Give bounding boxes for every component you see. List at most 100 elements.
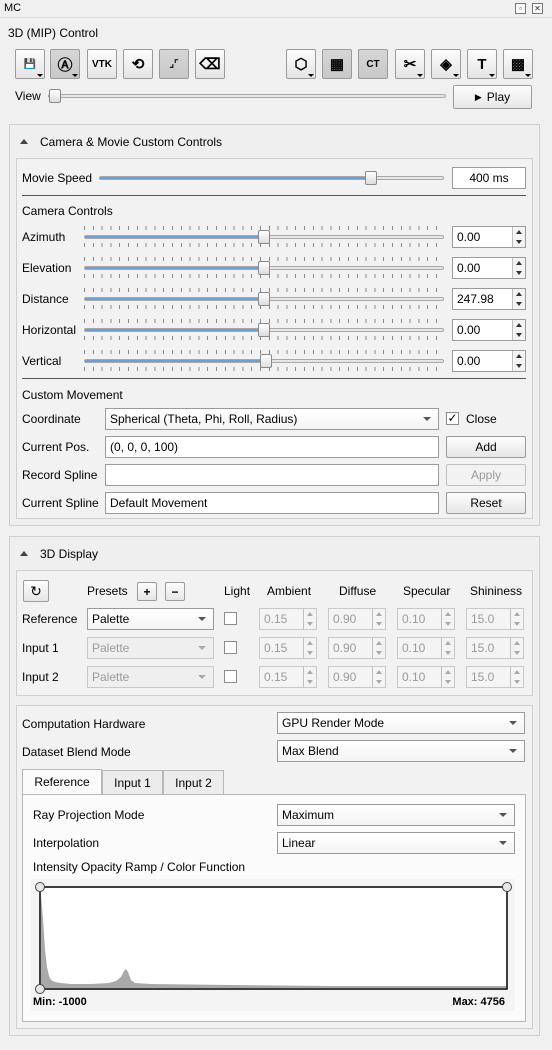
tab-input-2[interactable]: Input 2: [163, 770, 224, 794]
reference-diffuse-spinbox[interactable]: 0.90: [328, 608, 386, 630]
ambient-header: Ambient: [267, 584, 312, 598]
play-label: Play: [486, 90, 511, 104]
coordinate-value: Spherical (Theta, Phi, Roll, Radius): [110, 412, 298, 426]
dvd-cube-button[interactable]: ◈: [431, 49, 461, 79]
crop-button[interactable]: ✂: [395, 49, 425, 79]
max-label: Max: 4756: [452, 996, 505, 1008]
input-1-ambient-spinbox[interactable]: 0.15: [259, 637, 317, 659]
coordinate-select[interactable]: Spherical (Theta, Phi, Roll, Radius): [105, 408, 439, 430]
dropdown-arrow-icon: [37, 74, 43, 77]
reference-light-checkbox[interactable]: [224, 612, 237, 625]
input-1-diffuse-spinbox[interactable]: 0.90: [328, 637, 386, 659]
movie-speed-handle[interactable]: [365, 171, 377, 185]
close-checkbox[interactable]: ✓: [446, 412, 459, 425]
save-button[interactable]: 💾: [15, 49, 45, 79]
tab-reference[interactable]: Reference: [22, 769, 102, 794]
add-preset-button[interactable]: +: [137, 582, 157, 601]
reference-diffuse-value: 0.90: [333, 612, 357, 626]
cube-button[interactable]: ⬡: [286, 49, 316, 79]
auto-button[interactable]: Ⓐ: [50, 49, 80, 79]
reference-ambient-spinbox[interactable]: 0.15: [259, 608, 317, 630]
current-spline-field[interactable]: Default Movement: [105, 492, 439, 514]
remove-preset-button[interactable]: −: [165, 582, 185, 601]
elevation-handle[interactable]: [258, 261, 270, 275]
input-2-specular-spinbox[interactable]: 0.10: [397, 666, 455, 688]
close-label: Close: [466, 412, 497, 426]
input-1-specular-spinbox[interactable]: 0.10: [397, 637, 455, 659]
azimuth-handle[interactable]: [258, 230, 270, 244]
input-1-light-checkbox[interactable]: [224, 641, 237, 654]
input-1-preset-select[interactable]: Palette: [87, 637, 214, 659]
play-button[interactable]: ▶ Play: [453, 85, 532, 109]
text-button[interactable]: T: [467, 49, 497, 79]
reference-specular-spinbox[interactable]: 0.10: [397, 608, 455, 630]
collapse-icon: ⌟⌜: [169, 58, 179, 70]
grid-button[interactable]: ▩: [503, 49, 533, 79]
distance-spinbox[interactable]: 247.98: [452, 288, 526, 310]
ramp-label: Intensity Opacity Ramp / Color Function: [33, 860, 246, 874]
input-1-ambient-value: 0.15: [264, 641, 288, 655]
ct-icon: CT: [366, 58, 380, 70]
ramp-box: [39, 886, 508, 990]
elevation-spinbox[interactable]: 0.00: [452, 257, 526, 279]
vertical-value: 0.00: [457, 354, 481, 368]
input-2-ambient-spinbox[interactable]: 0.15: [259, 666, 317, 688]
movie-speed-slider[interactable]: [99, 176, 444, 180]
input-1-shininess-spinbox[interactable]: 15.0: [466, 637, 524, 659]
input-2-shininess-spinbox[interactable]: 15.0: [466, 666, 524, 688]
input-2-diffuse-spinbox[interactable]: 0.90: [328, 666, 386, 688]
current-pos-field[interactable]: (0, 0, 0, 100): [105, 436, 439, 458]
record-spline-field[interactable]: [105, 464, 439, 486]
input-2-ambient-value: 0.15: [264, 670, 288, 684]
ray-projection-select[interactable]: Maximum: [277, 804, 515, 826]
computation-hardware-select[interactable]: GPU Render Mode: [277, 712, 525, 734]
azimuth-spinbox[interactable]: 0.00: [452, 226, 526, 248]
view-slider[interactable]: [48, 94, 446, 98]
ray-projection-value: Maximum: [282, 808, 335, 822]
opacity-ramp-editor[interactable]: Min: -1000 Max: 4756: [31, 879, 515, 1011]
elevation-value: 0.00: [457, 261, 481, 275]
window-title: MC: [4, 2, 22, 14]
collapse-button[interactable]: ⌟⌜: [159, 49, 189, 79]
view-slider-handle[interactable]: [49, 89, 61, 103]
display-section-title[interactable]: 3D Display: [40, 547, 98, 561]
float-icon[interactable]: ▫: [515, 3, 526, 14]
grid-icon: ▩: [510, 56, 526, 73]
dropdown-arrow-icon: [308, 74, 314, 77]
input-2-preset-select[interactable]: Palette: [87, 666, 214, 688]
add-button[interactable]: Add: [446, 436, 526, 458]
eraser-button[interactable]: ⌫: [195, 49, 225, 79]
movie-speed-field[interactable]: 400 ms: [452, 167, 526, 189]
ramp-node-top-left[interactable]: [35, 882, 45, 892]
ct-button[interactable]: CT: [358, 49, 388, 79]
distance-value: 247.98: [457, 292, 494, 306]
camera-section-title[interactable]: Camera & Movie Custom Controls: [40, 135, 222, 149]
ramp-node-top-right[interactable]: [502, 882, 512, 892]
distance-handle[interactable]: [258, 292, 270, 306]
close-icon[interactable]: ✕: [532, 3, 543, 14]
horizontal-handle[interactable]: [258, 323, 270, 337]
checker-button[interactable]: ▦: [322, 49, 352, 79]
dataset-blend-select[interactable]: Max Blend: [277, 740, 525, 762]
separator: [22, 195, 526, 196]
tab-input-1[interactable]: Input 1: [102, 770, 163, 794]
input-2-light-checkbox[interactable]: [224, 670, 237, 683]
horizontal-label: Horizontal: [22, 323, 77, 337]
reset-button[interactable]: Reset: [446, 492, 526, 514]
ramp-node-bottom-left[interactable]: [35, 984, 45, 994]
interpolation-select[interactable]: Linear: [277, 832, 515, 854]
reset-view-button[interactable]: ⟲: [123, 49, 153, 79]
vertical-spinbox[interactable]: 0.00: [452, 350, 526, 372]
shininess-header: Shininess: [470, 584, 523, 598]
horizontal-spinbox[interactable]: 0.00: [452, 319, 526, 341]
dropdown-arrow-icon: [525, 74, 531, 77]
refresh-button[interactable]: ↻: [23, 580, 49, 602]
vtk-button[interactable]: VTK: [87, 49, 117, 79]
apply-button[interactable]: Apply: [446, 464, 526, 486]
reference-preset-select[interactable]: Palette: [87, 608, 214, 630]
collapse-arrow-icon[interactable]: [20, 139, 28, 144]
vertical-handle[interactable]: [260, 354, 272, 368]
checker-icon: ▦: [329, 56, 345, 73]
collapse-arrow-icon[interactable]: [20, 551, 28, 556]
reference-shininess-spinbox[interactable]: 15.0: [466, 608, 524, 630]
